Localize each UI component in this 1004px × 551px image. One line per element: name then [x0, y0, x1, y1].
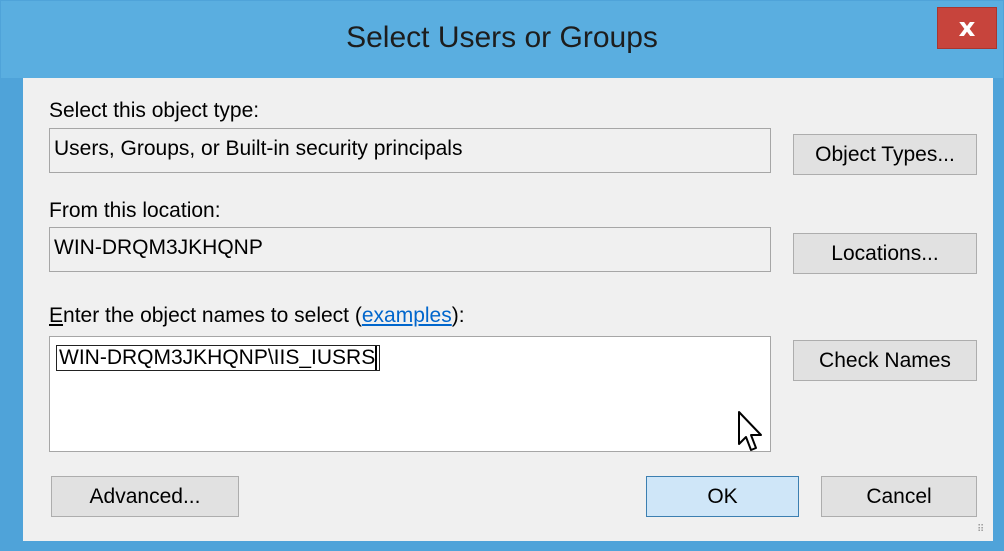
close-button[interactable]: x [937, 7, 997, 49]
cancel-button[interactable]: Cancel [821, 476, 977, 517]
object-names-label-end: ): [451, 304, 465, 327]
advanced-button[interactable]: Advanced... [51, 476, 239, 517]
dialog-body: Select this object type: Users, Groups, … [23, 78, 993, 541]
dialog-title: Select Users or Groups [346, 21, 658, 54]
ok-button[interactable]: OK [646, 476, 799, 517]
object-type-label: Select this object type: [49, 99, 260, 122]
check-names-button[interactable]: Check Names [793, 340, 977, 381]
object-names-text: WIN-DRQM3JKHQNP\IIS_IUSRS [59, 346, 376, 369]
resize-grip-icon[interactable]: ⠿ [977, 525, 989, 537]
mouse-pointer-icon [738, 411, 762, 451]
object-names-label: Enter the object names to select (exampl… [49, 304, 465, 328]
location-field: WIN-DRQM3JKHQNP [49, 227, 771, 272]
object-names-value[interactable]: WIN-DRQM3JKHQNP\IIS_IUSRS [56, 345, 381, 371]
object-types-button[interactable]: Object Types... [793, 134, 977, 175]
select-users-dialog: Select Users or Groups x Select this obj… [0, 0, 1004, 551]
examples-link[interactable]: examples [362, 304, 452, 327]
object-names-input[interactable]: WIN-DRQM3JKHQNP\IIS_IUSRS [49, 336, 771, 452]
locations-button[interactable]: Locations... [793, 233, 977, 274]
object-names-label-text: nter the object names to select ( [63, 304, 362, 327]
mnemonic-e: E [49, 304, 64, 327]
object-type-field: Users, Groups, or Built-in security prin… [49, 128, 771, 173]
location-label: From this location: [49, 199, 221, 222]
text-caret [375, 346, 378, 370]
close-icon: x [958, 13, 976, 43]
title-bar[interactable]: Select Users or Groups x [1, 1, 1003, 78]
